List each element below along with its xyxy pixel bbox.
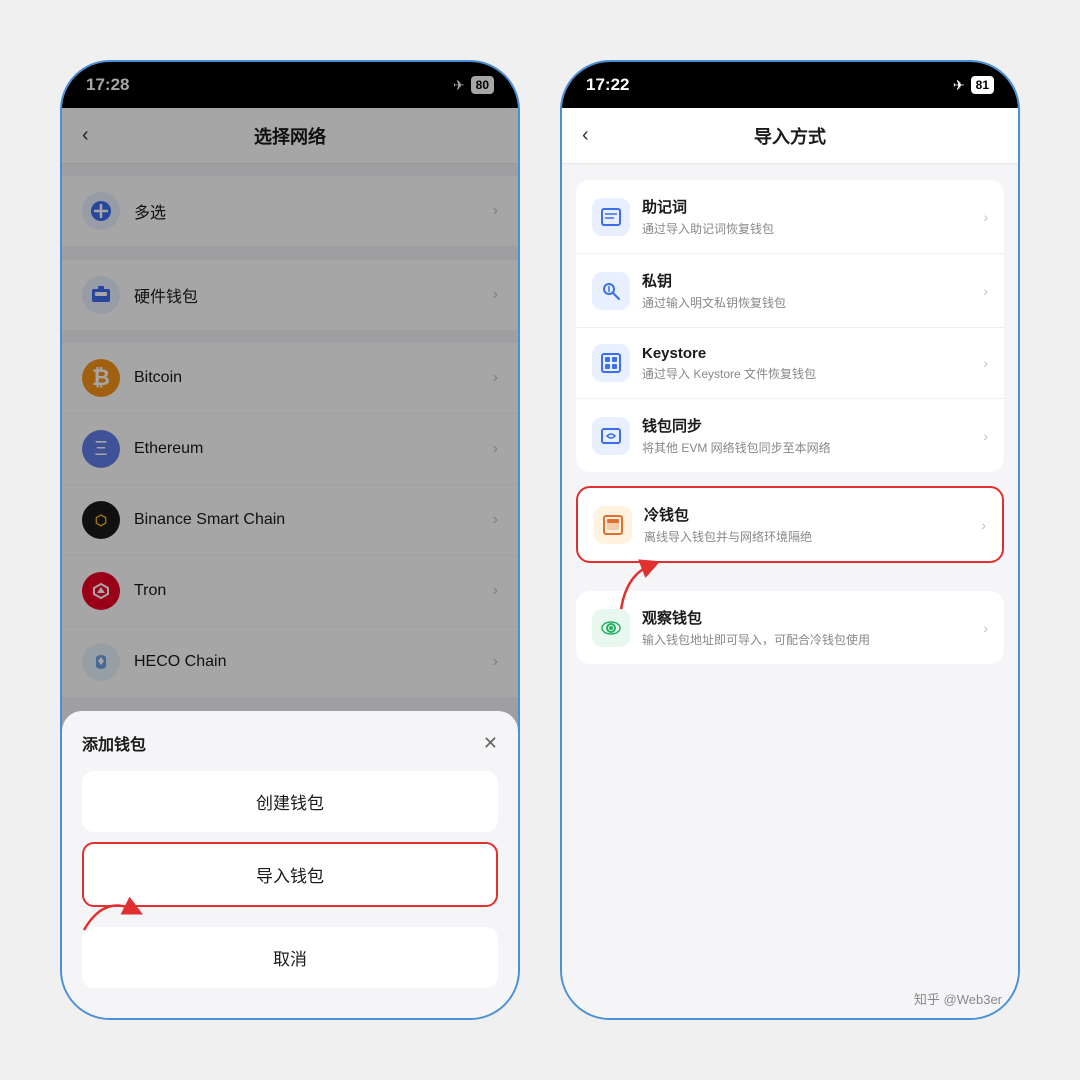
privatekey-icon <box>592 272 630 310</box>
import-item-coldwallet[interactable]: 冷钱包 离线导入钱包并与网络环境隔绝 › <box>578 488 1002 561</box>
status-bar-right: 17:22 ✈ 81 <box>562 62 1018 108</box>
left-phone: 17:28 ✈ 80 ‹ 选择网络 多选 <box>60 60 520 1020</box>
status-time-right: 17:22 <box>586 75 629 95</box>
import-card-cold: 冷钱包 离线导入钱包并与网络环境隔绝 › <box>576 486 1004 563</box>
right-phone: 17:22 ✈ 81 ‹ 导入方式 助记词 通过导入助 <box>560 60 1020 1020</box>
modal-close-button[interactable]: ✕ <box>483 733 498 754</box>
walletsync-icon <box>592 417 630 455</box>
back-button-right[interactable]: ‹ <box>582 124 589 147</box>
coldwallet-icon <box>594 506 632 544</box>
modal-sheet: 添加钱包 ✕ 创建钱包 导入钱包 <box>62 711 518 1018</box>
mnemonic-desc: 通过导入助记词恢复钱包 <box>642 220 983 237</box>
walletsync-title: 钱包同步 <box>642 415 983 436</box>
import-wallet-button[interactable]: 导入钱包 <box>82 842 498 907</box>
red-arrow-left <box>74 885 154 935</box>
keystore-title: Keystore <box>642 345 983 362</box>
watermark: 知乎 @Web3er <box>914 989 1002 1008</box>
chevron-walletsync: › <box>983 428 988 444</box>
walletsync-text: 钱包同步 将其他 EVM 网络钱包同步至本网络 <box>642 415 983 456</box>
coldwallet-desc: 离线导入钱包并与网络环境隔绝 <box>644 528 981 545</box>
import-item-watchwallet[interactable]: 观察钱包 输入钱包地址即可导入，可配合冷钱包使用 › <box>576 591 1004 664</box>
mnemonic-title: 助记词 <box>642 196 983 217</box>
chevron-coldwallet: › <box>981 517 986 533</box>
coldwallet-title: 冷钱包 <box>644 504 981 525</box>
chevron-keystore: › <box>983 355 988 371</box>
privatekey-text: 私钥 通过输入明文私钥恢复钱包 <box>642 270 983 311</box>
modal-overlay: 添加钱包 ✕ 创建钱包 导入钱包 <box>62 108 518 1018</box>
import-methods-list: 助记词 通过导入助记词恢复钱包 › 私钥 通过输入明文私钥恢复钱包 › <box>562 164 1018 1018</box>
mnemonic-text: 助记词 通过导入助记词恢复钱包 <box>642 196 983 237</box>
airplane-icon-right: ✈ <box>953 77 965 94</box>
screen-left: ‹ 选择网络 多选 › <box>62 108 518 1018</box>
watchwallet-text: 观察钱包 输入钱包地址即可导入，可配合冷钱包使用 <box>642 607 983 648</box>
status-icons-right: ✈ 81 <box>953 76 994 94</box>
walletsync-desc: 将其他 EVM 网络钱包同步至本网络 <box>642 439 983 456</box>
modal-title: 添加钱包 <box>82 731 146 755</box>
import-card-watch: 观察钱包 输入钱包地址即可导入，可配合冷钱包使用 › <box>576 591 1004 664</box>
cancel-button[interactable]: 取消 <box>82 927 498 988</box>
chevron-watchwallet: › <box>983 620 988 636</box>
watchwallet-title: 观察钱包 <box>642 607 983 628</box>
page-title-right: 导入方式 <box>754 123 826 149</box>
import-wallet-label: 导入钱包 <box>256 867 324 886</box>
header-right: ‹ 导入方式 <box>562 108 1018 164</box>
modal-header: 添加钱包 ✕ <box>82 731 498 755</box>
import-item-walletsync[interactable]: 钱包同步 将其他 EVM 网络钱包同步至本网络 › <box>576 399 1004 472</box>
privatekey-title: 私钥 <box>642 270 983 291</box>
keystore-icon <box>592 344 630 382</box>
privatekey-desc: 通过输入明文私钥恢复钱包 <box>642 294 983 311</box>
keystore-desc: 通过导入 Keystore 文件恢复钱包 <box>642 365 983 382</box>
screen-right: ‹ 导入方式 助记词 通过导入助记词恢复钱包 › <box>562 108 1018 1018</box>
import-item-privatekey[interactable]: 私钥 通过输入明文私钥恢复钱包 › <box>576 254 1004 328</box>
coldwallet-text: 冷钱包 离线导入钱包并与网络环境隔绝 <box>644 504 981 545</box>
keystore-text: Keystore 通过导入 Keystore 文件恢复钱包 <box>642 345 983 382</box>
chevron-privatekey: › <box>983 283 988 299</box>
watchwallet-desc: 输入钱包地址即可导入，可配合冷钱包使用 <box>642 631 983 648</box>
import-card-main: 助记词 通过导入助记词恢复钱包 › 私钥 通过输入明文私钥恢复钱包 › <box>576 180 1004 472</box>
chevron-mnemonic: › <box>983 209 988 225</box>
import-item-mnemonic[interactable]: 助记词 通过导入助记词恢复钱包 › <box>576 180 1004 254</box>
watchwallet-icon <box>592 609 630 647</box>
mnemonic-icon <box>592 198 630 236</box>
battery-right: 81 <box>971 76 994 94</box>
import-item-keystore[interactable]: Keystore 通过导入 Keystore 文件恢复钱包 › <box>576 328 1004 399</box>
create-wallet-button[interactable]: 创建钱包 <box>82 771 498 832</box>
cold-wallet-card-wrapper: 冷钱包 离线导入钱包并与网络环境隔绝 › <box>576 486 1004 563</box>
